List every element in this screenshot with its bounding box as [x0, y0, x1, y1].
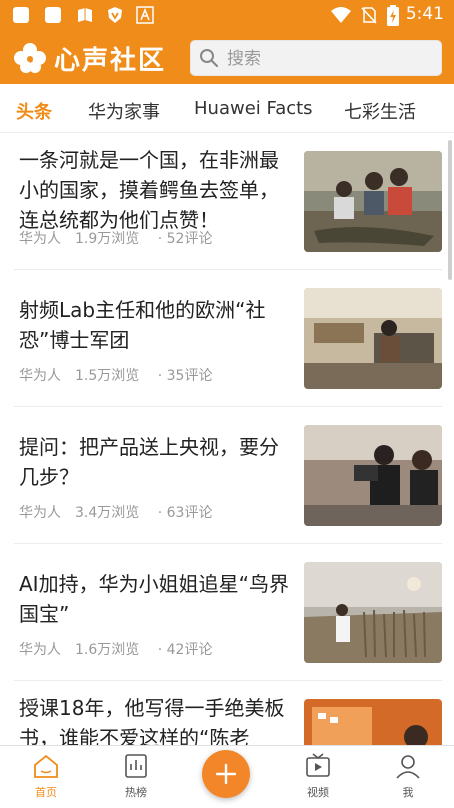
tab-headlines[interactable]: 头条 [16, 98, 52, 124]
nav-hot[interactable]: 热榜 [106, 752, 166, 808]
thumbnail-image [304, 562, 442, 663]
status-time: 5:41 [405, 4, 444, 24]
article-views: 1.9万浏览 [75, 231, 140, 247]
logo-icon [14, 43, 46, 73]
scroll-indicator[interactable] [448, 140, 452, 280]
article-meta: 华为人 1.5万浏览 · 35评论 [19, 368, 213, 384]
article-meta: 华为人 3.4万浏览 · 63评论 [19, 505, 213, 521]
article-thumbnail[interactable] [304, 699, 442, 745]
book-icon [78, 8, 92, 22]
article-title[interactable]: 射频Lab主任和他的欧洲“社恐”博士军团 [19, 295, 289, 355]
article-author: 华为人 [19, 642, 61, 658]
search-box[interactable] [190, 40, 442, 76]
category-tabs: 头条 华为家事 Huawei Facts 七彩生活 [0, 84, 454, 133]
article-comments: 52评论 [166, 231, 213, 247]
article-thumbnail[interactable] [304, 425, 442, 526]
app-title: 心声社区 [54, 46, 167, 76]
tab-huawei-family[interactable]: 华为家事 [88, 98, 160, 124]
thumbnail-image [304, 425, 442, 526]
article-author: 华为人 [19, 505, 61, 521]
no-sim-icon [361, 7, 377, 24]
wifi-icon [331, 7, 351, 23]
article-item[interactable]: 射频Lab主任和他的欧洲“社恐”博士军团 华为人 1.5万浏览 · 35评论 [14, 270, 442, 407]
article-thumbnail[interactable] [304, 562, 442, 663]
article-item[interactable]: AI加持，华为小姐姐追星“鸟界国宝” 华为人 1.6万浏览 · 42评论 [14, 544, 442, 681]
search-icon [200, 49, 219, 68]
article-item[interactable]: 提问：把产品送上央视，要分几步？ 华为人 3.4万浏览 · 63评论 [14, 407, 442, 544]
font-icon [136, 6, 154, 24]
article-views: 3.4万浏览 [75, 505, 140, 521]
thumbnail-image [304, 151, 442, 252]
article-item[interactable]: 一条河就是一个国，在非洲最小的国家，摸着鳄鱼去签单，连总统都为他们点赞！ 华为人… [14, 133, 442, 270]
nav-video[interactable]: 视频 [288, 752, 348, 808]
tab-colorful-life[interactable]: 七彩生活 [344, 98, 416, 124]
nav-me[interactable]: 我 [378, 752, 438, 808]
article-thumbnail[interactable] [304, 288, 442, 389]
nav-hot-label: 热榜 [125, 786, 147, 799]
video-icon [306, 753, 330, 777]
nav-home-label: 首页 [35, 786, 57, 799]
article-author: 华为人 [19, 231, 61, 247]
article-meta: 华为人 1.9万浏览 · 52评论 [19, 231, 213, 247]
thumbnail-image [304, 699, 442, 745]
status-bar: 5:41 [0, 0, 454, 32]
article-list: 一条河就是一个国，在非洲最小的国家，摸着鳄鱼去签单，连总统都为他们点赞！ 华为人… [0, 133, 454, 745]
article-item[interactable]: 授课18年，他写得一手绝美板书，谁能不爱这样的“陈老 [14, 681, 442, 745]
nav-video-label: 视频 [307, 786, 329, 799]
nav-me-label: 我 [402, 786, 414, 799]
app-square-icon [13, 7, 29, 23]
article-views: 1.5万浏览 [75, 368, 140, 384]
hot-list-icon [125, 754, 147, 778]
add-post-button[interactable] [202, 750, 250, 798]
search-input[interactable] [225, 46, 429, 72]
article-comments: 63评论 [166, 505, 213, 521]
home-icon [34, 754, 58, 778]
article-comments: 35评论 [166, 368, 213, 384]
nav-home[interactable]: 首页 [16, 752, 76, 808]
shield-icon [108, 7, 122, 23]
plus-icon [215, 763, 237, 785]
article-meta: 华为人 1.6万浏览 · 42评论 [19, 642, 213, 658]
article-thumbnail[interactable] [304, 151, 442, 252]
article-title[interactable]: 一条河就是一个国，在非洲最小的国家，摸着鳄鱼去签单，连总统都为他们点赞！ [19, 145, 289, 235]
profile-icon [396, 755, 420, 779]
battery-charging-icon [387, 5, 399, 26]
app-header: 心声社区 [0, 32, 454, 84]
article-author: 华为人 [19, 368, 61, 384]
thumbnail-image [304, 288, 442, 389]
tab-huawei-facts[interactable]: Huawei Facts [194, 98, 313, 119]
app-square-icon [45, 7, 61, 23]
article-title[interactable]: AI加持，华为小姐姐追星“鸟界国宝” [19, 569, 289, 629]
article-comments: 42评论 [166, 642, 213, 658]
article-views: 1.6万浏览 [75, 642, 140, 658]
article-title[interactable]: 提问：把产品送上央视，要分几步？ [19, 432, 289, 492]
article-title[interactable]: 授课18年，他写得一手绝美板书，谁能不爱这样的“陈老 [19, 693, 289, 745]
